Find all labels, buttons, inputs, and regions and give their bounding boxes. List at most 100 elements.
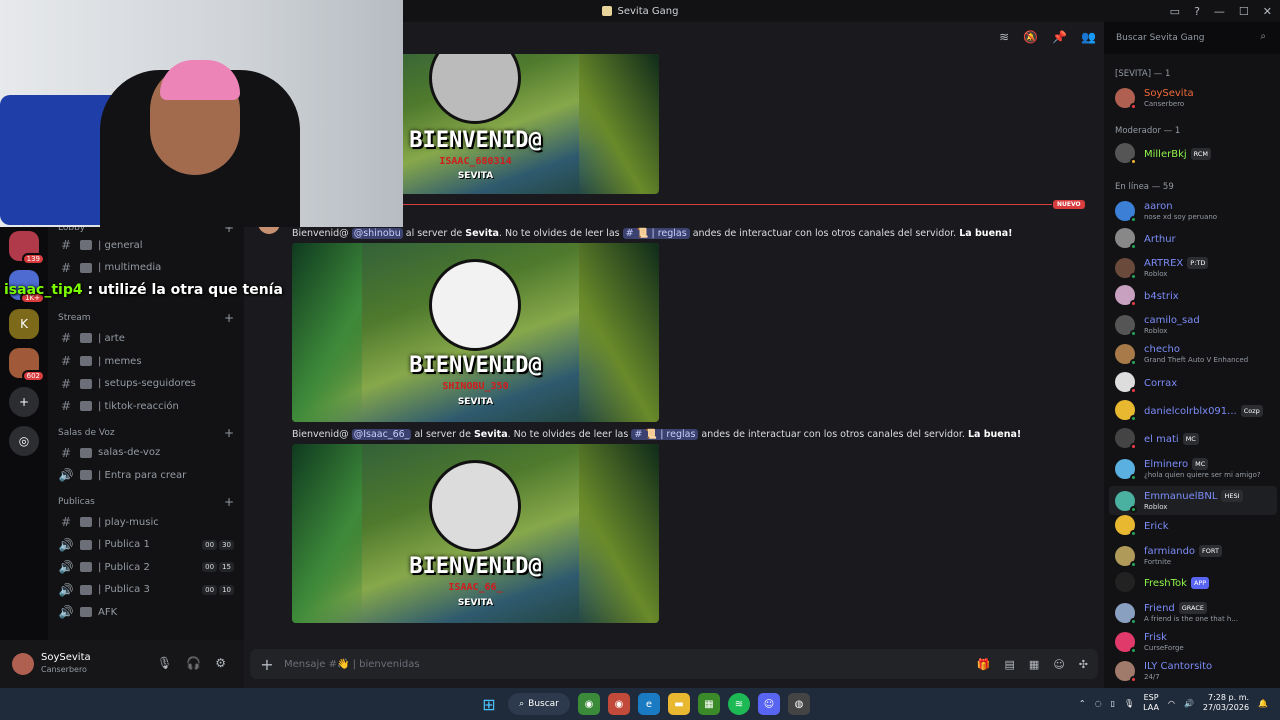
member-item[interactable]: aaron nose xd soy peruano [1115, 199, 1217, 223]
member-category: En línea — 59 [1115, 182, 1174, 192]
obs-icon[interactable]: ◍ [788, 693, 810, 715]
volume-icon[interactable]: 🔊 [1184, 699, 1194, 708]
member-item[interactable]: danielcolrblx091... Cozp [1115, 400, 1263, 422]
profile-picture [429, 54, 521, 124]
gear-icon[interactable]: ⚙ [215, 656, 226, 670]
member-item[interactable]: camilo_sad Roblox [1115, 313, 1200, 337]
member-item[interactable]: farmiando FORT Fortnite [1115, 544, 1222, 568]
discord-icon[interactable]: ☺ [758, 693, 780, 715]
add-channel-icon[interactable]: + [224, 426, 234, 440]
member-item[interactable]: Elminero MC ¿hola quien quiere ser mi amig… [1115, 457, 1261, 481]
channel-entra-para-crear[interactable]: 🔊 | Entra para crear [48, 464, 244, 487]
gif-icon[interactable]: ▤ [1005, 658, 1015, 671]
search-icon: ⌕ [519, 699, 525, 709]
member-item[interactable]: Corrax [1115, 372, 1177, 394]
chrome-icon[interactable]: ◉ [578, 693, 600, 715]
channel-tiktok[interactable]: # | tiktok-reacción [48, 395, 244, 418]
welcome-text: BIENVENID@ [409, 554, 542, 579]
attach-button[interactable]: + [250, 655, 284, 674]
user-mention[interactable]: @shinobu [351, 228, 403, 239]
channel-mention[interactable]: # 📜 | reglas [631, 429, 699, 440]
add-channel-icon[interactable]: + [224, 311, 234, 325]
gift-icon[interactable]: 🎁 [977, 658, 991, 671]
minecraft-icon[interactable]: ▦ [698, 693, 720, 715]
threads-icon[interactable]: ≋ [999, 30, 1009, 44]
new-badge: NUEVO [1053, 200, 1085, 209]
taskbar-search[interactable]: ⌕ Buscar [508, 693, 570, 715]
channel-label: | Publica 1 [98, 539, 150, 551]
channel-publica-3[interactable]: 🔊 | Publica 3 00 10 [48, 579, 244, 602]
channel-multimedia[interactable]: # | multimedia [48, 257, 244, 280]
mic-icon[interactable]: 🎙 [1124, 699, 1134, 708]
message-composer[interactable]: + Mensaje #👋 | bienvenidas 🎁 ▤ ▦ ☺ ✣ [250, 649, 1098, 679]
member-item[interactable]: ILY Cantorsito 24/7 [1115, 659, 1212, 683]
inbox-icon[interactable]: ▭ [1170, 5, 1180, 18]
discover-icon[interactable]: ◎ [9, 426, 39, 456]
channel-play-music[interactable]: # | play-music [48, 511, 244, 534]
member-item[interactable]: checho Grand Theft Auto V Enhanced [1115, 342, 1248, 366]
windows-start-icon[interactable]: ⊞ [478, 693, 500, 715]
zzz-icon [80, 607, 92, 618]
server-item[interactable]: 602 [9, 348, 45, 382]
file-explorer-icon[interactable]: ▬ [668, 693, 690, 715]
category-stream[interactable]: Stream + [48, 309, 244, 327]
member-item[interactable]: EmmanuelBNL HESI Roblox [1109, 486, 1277, 515]
notification-icon[interactable]: 🔔 [1258, 699, 1268, 708]
network-icon[interactable]: ◌ [1095, 699, 1102, 708]
channel-salas-de-voz[interactable]: # salas-de-voz [48, 442, 244, 465]
channel-general[interactable]: # | general [48, 234, 244, 257]
mute-icon[interactable]: 🔕 [1023, 30, 1038, 44]
channel-publica-2[interactable]: 🔊 | Publica 2 00 15 [48, 556, 244, 579]
search-placeholder: Buscar Sevita Gang [1116, 33, 1205, 43]
spotify-icon[interactable]: ≋ [728, 693, 750, 715]
emoji-icon[interactable]: ☺ [1053, 658, 1064, 671]
welcome-banner[interactable]: BIENVENID@ ISAAC_66_ SEVITA [292, 444, 659, 623]
wifi-icon[interactable]: ◠ [1168, 699, 1175, 708]
channel-setups[interactable]: # | setups-seguidores [48, 372, 244, 395]
notification-badge: 602 [21, 370, 45, 382]
member-item[interactable]: MillerBkj RCM [1115, 143, 1211, 165]
message-input[interactable]: Mensaje #👋 | bienvenidas [284, 659, 420, 670]
server-item[interactable]: K [9, 309, 39, 339]
user-limit: 00 30 [202, 539, 234, 550]
add-server-button[interactable]: + [9, 387, 39, 417]
apps-icon[interactable]: ✣ [1079, 658, 1088, 671]
member-item[interactable]: Erick [1115, 515, 1169, 537]
member-item[interactable]: ARTREX P:TD Roblox [1115, 256, 1209, 280]
minimize-button[interactable]: — [1214, 5, 1225, 18]
pin-icon[interactable]: 📌 [1052, 30, 1067, 44]
member-item[interactable]: el mati MC [1115, 428, 1199, 450]
maximize-button[interactable]: ☐ [1239, 5, 1249, 18]
channel-arte[interactable]: # | arte [48, 327, 244, 350]
add-channel-icon[interactable]: + [224, 495, 234, 509]
search-input[interactable]: Buscar Sevita Gang ⌕ [1110, 28, 1272, 48]
language-indicator[interactable]: ESP LAA [1143, 693, 1159, 713]
welcome-banner[interactable]: BIENVENID@ SHINOBU_350 SEVITA [292, 243, 659, 422]
battery-icon[interactable]: ▯ [1111, 699, 1115, 708]
category-voice[interactable]: Salas de Voz + [48, 424, 244, 442]
member-item[interactable]: Frisk CurseForge [1115, 630, 1184, 654]
headphones-icon[interactable]: 🎧 [186, 656, 201, 670]
channel-memes[interactable]: # | memes [48, 350, 244, 373]
help-icon[interactable]: ? [1194, 5, 1200, 18]
channel-afk[interactable]: 🔊 AFK [48, 601, 244, 624]
chevron-up-icon[interactable]: ⌃ [1079, 699, 1086, 708]
user-mention[interactable]: @Isaac_66_ [351, 429, 412, 440]
members-icon[interactable]: 👥 [1081, 30, 1096, 44]
system-clock[interactable]: 7:28 p. m. 27/03/2026 [1203, 693, 1249, 713]
microphone-icon[interactable]: 🎙 [157, 656, 172, 670]
member-item[interactable]: b4strix [1115, 285, 1179, 307]
channel-publica-1[interactable]: 🔊 | Publica 1 00 30 [48, 533, 244, 556]
edge-icon[interactable]: e [638, 693, 660, 715]
channel-mention[interactable]: # 📜 | reglas [622, 228, 690, 239]
close-button[interactable]: ✕ [1263, 5, 1272, 18]
member-item[interactable]: Friend GRACE A friend is the one that h... [1115, 601, 1238, 625]
member-item[interactable]: Arthur [1115, 228, 1176, 250]
server-item[interactable]: 139 [9, 231, 45, 265]
member-item[interactable]: SoySevita Canserbero [1115, 86, 1194, 110]
avatar[interactable] [12, 653, 34, 675]
category-publicas[interactable]: Publicas + [48, 493, 244, 511]
member-item[interactable]: FreshTok APP [1115, 572, 1210, 592]
sticker-icon[interactable]: ▦ [1029, 658, 1039, 671]
chrome-profile-icon[interactable]: ◉ [608, 693, 630, 715]
